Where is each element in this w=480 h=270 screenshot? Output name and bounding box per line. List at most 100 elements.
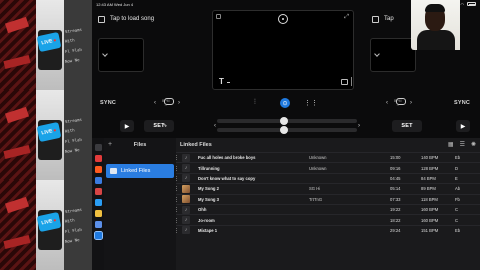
track-title: Tillrunning [198, 165, 220, 171]
drag-handle-icon[interactable] [176, 165, 179, 171]
drag-handle-icon[interactable] [176, 217, 179, 223]
track-title: Ohh [198, 207, 207, 213]
track-list[interactable]: ♪ Fuc all holes and broke boys Unknown 15:0… [176, 152, 480, 235]
track-bpm: 89 BPM [421, 186, 436, 192]
drag-handle-icon[interactable] [176, 186, 179, 192]
cue-set-button-right[interactable]: SET [392, 120, 422, 132]
soundcloud-icon[interactable] [94, 166, 102, 173]
chevron-right-icon[interactable]: › [358, 123, 360, 129]
video-preview[interactable]: ⤢ T [212, 10, 354, 90]
table-row[interactable]: ♪ Ohh 19:22 160 BPM C [176, 203, 480, 214]
video-scrollbar[interactable] [351, 77, 352, 86]
music-app-icon[interactable] [94, 155, 102, 162]
image-icon[interactable] [341, 79, 348, 85]
return-icon[interactable]: ↷ [162, 123, 167, 130]
drag-handle-icon[interactable] [176, 227, 179, 233]
view-list-icon[interactable]: ☰ [460, 141, 465, 148]
dropbox-icon[interactable] [94, 199, 102, 206]
collage-scribble: Streams With Fl Flah Now Ne [64, 0, 92, 90]
track-bpm: 128 BPM [421, 165, 439, 171]
track-title: My Song 3 [198, 196, 219, 202]
deck-right-load-text[interactable]: Tap [384, 16, 394, 22]
scribble-line: Now Ne [64, 237, 80, 244]
chevron-left-icon[interactable]: ‹ [214, 123, 216, 129]
track-artist: SG Hi [309, 186, 321, 192]
loop-icon[interactable] [164, 98, 174, 105]
table-row[interactable]: ♪ Jo-room 18:22 160 BPM C [176, 214, 480, 225]
stream-overlay-collage: LIVE ● Streams With Fl Flah Now Ne LIVE ● … [0, 0, 92, 270]
cue-set-button-left[interactable]: SET [144, 120, 174, 132]
track-key: D [455, 165, 459, 171]
mixer-icon[interactable]: ⫶ [254, 99, 256, 107]
track-key: Ab [455, 186, 461, 192]
deck-left-load-text[interactable]: Tap to load song [110, 16, 154, 22]
linked-files-icon[interactable] [93, 231, 103, 240]
table-row[interactable]: My Song 3 TrtTnG 07:33 118 BPM Fb [176, 193, 480, 204]
webcam-overlay [411, 0, 460, 50]
folder-linked-files[interactable]: Linked Files [106, 164, 174, 178]
folder-icon[interactable] [94, 210, 102, 217]
sync-row: SYNC ‹ BPM -- › ⫶ ⊙ ⋮⋮ ‹ BPM -- › SYNC [92, 93, 480, 113]
sync-button-right[interactable]: SYNC [454, 100, 470, 106]
folder-label: Linked Files [121, 168, 151, 174]
scribble-line: Fl Flah [64, 226, 83, 235]
deck-right-artwork[interactable] [370, 38, 416, 72]
deck-left-artwork[interactable] [98, 38, 144, 72]
table-row[interactable]: ♪ Tillrunning Unknown 09:16 128 BPM D [176, 162, 480, 173]
expand-icon[interactable]: ⤢ [344, 14, 349, 21]
video-knob-icon[interactable] [278, 14, 288, 24]
music-note-icon: ♪ [182, 205, 190, 214]
track-key: Eb [455, 227, 461, 233]
chevron-down-icon[interactable] [374, 51, 380, 57]
crossfader-knob[interactable] [280, 126, 288, 134]
loop-icon[interactable] [396, 98, 406, 105]
cloud-icon[interactable] [94, 221, 102, 228]
drag-handle-icon[interactable] [176, 207, 179, 213]
settings-icon[interactable]: ✺ [471, 141, 476, 148]
collage-photo [0, 0, 36, 90]
source-rail [92, 138, 104, 270]
nudge-right-icon[interactable]: › [410, 100, 412, 106]
music-note-icon: ♪ [182, 216, 190, 225]
collage-scribble: Streams With Fl Flah Now Ne [64, 90, 92, 180]
scribble-line: With [64, 37, 75, 44]
text-cursor-icon [227, 82, 230, 83]
add-folder-icon[interactable]: + [108, 141, 112, 148]
play-button-left[interactable]: ▶ [120, 120, 134, 132]
nudge-left-icon[interactable]: ‹ [154, 100, 156, 106]
scribble-line: Now Ne [64, 147, 80, 154]
table-row[interactable]: ♪ Fuc all holes and broke boys Unknown 15:0… [176, 152, 480, 162]
nudge-right-icon[interactable]: › [178, 100, 180, 106]
load-song-icon[interactable] [372, 15, 379, 23]
status-time: 12:43 AM Wed Jun 4 [96, 1, 134, 7]
table-row[interactable]: ♪ Mixtape 1 29:24 151 BPM Eb [176, 224, 480, 235]
drag-handle-icon[interactable] [176, 155, 179, 161]
video-source-icon[interactable] [216, 14, 221, 19]
drag-handle-icon[interactable] [176, 196, 179, 202]
drag-handle-icon[interactable] [176, 175, 179, 181]
youtube-icon[interactable] [94, 188, 102, 195]
deck-left[interactable]: Tap to load song [96, 8, 208, 92]
track-duration: 18:22 [390, 217, 401, 223]
load-song-icon[interactable] [98, 15, 105, 23]
play-button-right[interactable]: ▶ [456, 120, 470, 132]
music-note-icon: ♪ [182, 153, 190, 162]
sync-button-left[interactable]: SYNC [100, 100, 116, 106]
grid-icon[interactable]: ⋮⋮ [304, 99, 318, 107]
folders-panel: + Files Linked Files [104, 138, 176, 270]
track-bpm: 118 BPM [421, 196, 438, 202]
camera-icon[interactable] [94, 144, 102, 151]
chevron-down-icon[interactable] [102, 51, 108, 57]
text-tool-icon[interactable]: T [219, 77, 224, 86]
track-duration: 04:45 [390, 175, 401, 181]
table-row[interactable]: My Song 2 SG Hi 05:14 89 BPM Ab [176, 183, 480, 193]
center-mode-button[interactable]: ⊙ [280, 98, 290, 108]
track-duration: 05:14 [390, 186, 401, 192]
track-key: Fb [455, 196, 460, 202]
nudge-left-icon[interactable]: ‹ [386, 100, 388, 106]
pitch-slider-knob[interactable] [280, 117, 288, 125]
table-row[interactable]: ♪ Don't know what to say copy 04:45 84 BPM E [176, 172, 480, 183]
view-grid-icon[interactable]: ▦ [448, 141, 454, 148]
folder-icon [110, 168, 117, 174]
files-app-icon[interactable] [94, 177, 102, 184]
